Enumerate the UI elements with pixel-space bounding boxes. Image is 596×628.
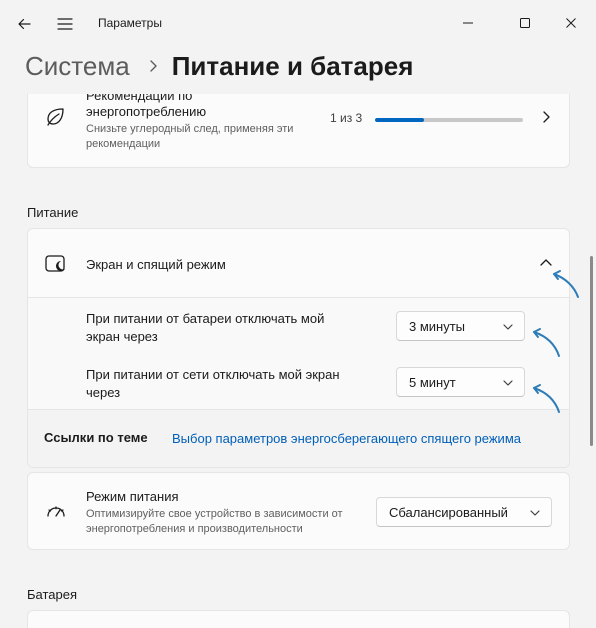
leaf-icon [44, 105, 68, 134]
page-title: Питание и батарея [171, 50, 414, 81]
close-button[interactable] [556, 8, 586, 38]
battery-screen-off-dropdown[interactable]: 3 минуты [396, 311, 525, 341]
screen-sleep-icon [45, 254, 67, 279]
screen-sleep-options: При питании от батареи отключать мой экр… [28, 298, 569, 409]
maximize-button[interactable] [510, 8, 540, 38]
ac-screen-off-label: При питании от сети отключать мой экран … [86, 367, 340, 400]
chevron-down-icon [529, 507, 541, 519]
related-links-label: Ссылки по теме [44, 430, 148, 445]
power-mode-value: Сбалансированный [389, 504, 508, 520]
chevron-down-icon [502, 321, 514, 333]
recommendations-progress-bar [375, 118, 523, 122]
power-mode-dropdown[interactable]: Сбалансированный [376, 497, 552, 527]
power-mode-subtitle: Оптимизируйте свое устройство в зависимо… [86, 508, 343, 535]
hamburger-menu-icon[interactable] [53, 12, 77, 36]
chevron-right-icon[interactable] [536, 107, 556, 127]
recommendations-count: 1 из 3 [330, 111, 363, 125]
settings-content: Рекомендации по энергопотреблению Снизьт… [0, 94, 596, 628]
window-title: Параметры [98, 16, 162, 30]
recommendations-progress-fill [375, 118, 424, 122]
ac-screen-off-dropdown[interactable]: 5 минут [396, 367, 525, 397]
ac-screen-off-value: 5 минут [409, 374, 456, 390]
screen-sleep-card: Экран и спящий режим При питании от бата… [27, 228, 570, 468]
recommendations-card[interactable]: Рекомендации по энергопотреблению Снизьт… [27, 94, 570, 168]
back-arrow-icon[interactable] [12, 12, 36, 36]
breadcrumb-chevron-icon [148, 59, 158, 73]
recommendations-subtitle: Снизьте углеродный след, применяя эти ре… [86, 123, 294, 150]
sleep-settings-link[interactable]: Выбор параметров энергосберегающего спящ… [172, 431, 521, 446]
minimize-button[interactable] [453, 8, 483, 38]
annotation-arrow-icon [553, 270, 579, 298]
section-heading-power: Питание [27, 205, 79, 220]
screen-sleep-label: Экран и спящий режим [86, 257, 226, 272]
power-mode-gauge-icon [45, 502, 67, 525]
scrollbar[interactable] [590, 256, 593, 446]
annotation-arrow-icon [533, 384, 560, 413]
battery-card[interactable] [27, 610, 570, 628]
breadcrumb: Система Питание и батарея [25, 46, 413, 86]
breadcrumb-parent[interactable]: Система [25, 51, 130, 82]
battery-screen-off-value: 3 минуты [409, 318, 466, 334]
screen-sleep-header[interactable]: Экран и спящий режим [28, 229, 569, 297]
power-mode-card: Режим питания Оптимизируйте свое устройс… [27, 472, 570, 550]
related-links: Ссылки по теме Выбор параметров энергосб… [28, 410, 569, 467]
title-bar: Параметры [0, 0, 596, 48]
chevron-down-icon [502, 377, 514, 389]
annotation-arrow-icon [533, 328, 560, 357]
recommendations-title: Рекомендации по энергопотреблению [86, 94, 207, 119]
battery-screen-off-label: При питании от батареи отключать мой экр… [86, 311, 325, 344]
section-heading-battery: Батарея [27, 587, 78, 602]
power-mode-title: Режим питания [86, 489, 179, 504]
